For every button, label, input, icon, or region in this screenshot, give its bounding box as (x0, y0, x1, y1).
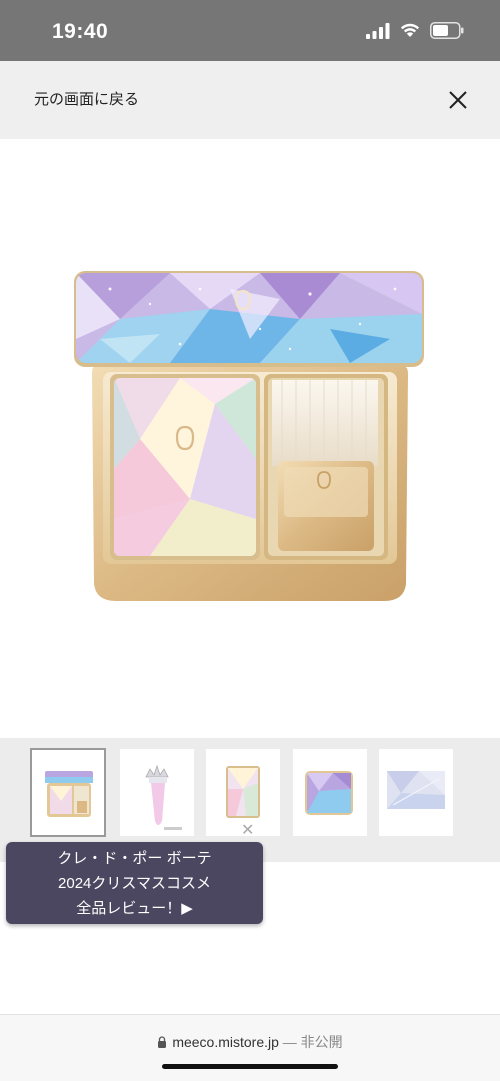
lock-icon (158, 1036, 167, 1048)
thumbnail-case-texture[interactable] (379, 749, 453, 836)
url-visibility: — 非公開 (278, 1034, 343, 1050)
promo-line-brand: クレ・ド・ポー ボーテ (57, 850, 212, 867)
main-product-image[interactable] (0, 139, 500, 737)
wifi-icon (400, 23, 420, 37)
promo-banner[interactable]: クレ・ド・ポー ボーテ 2024クリスマスコスメ 全品レビュー！▶ (6, 842, 263, 924)
thumbnail-case-texture-image (387, 771, 445, 809)
browser-url-bar[interactable]: meeco.mistore.jp — 非公開 (0, 1014, 500, 1081)
url-display: meeco.mistore.jp — 非公開 (0, 1032, 500, 1052)
battery-icon (430, 22, 464, 39)
status-time: 19:40 (52, 20, 109, 43)
thumbnail-tiara-brush[interactable] (120, 749, 194, 836)
compact-case-illustration (74, 271, 424, 601)
thumbnail-lid-image (305, 771, 353, 815)
modal-header: 元の画面に戻る (0, 61, 500, 139)
home-indicator[interactable] (162, 1064, 338, 1069)
thumbnail-tiara-brush-image (145, 764, 182, 830)
back-to-previous-link[interactable]: 元の画面に戻る (34, 88, 139, 109)
close-icon[interactable] (446, 88, 470, 112)
promo-close-icon[interactable]: ✕ (241, 820, 254, 840)
url-domain: meeco.mistore.jp (172, 1034, 279, 1050)
status-bar: 19:40 (0, 0, 500, 61)
promo-line-collection: 2024クリスマスコスメ (58, 875, 211, 892)
promo-line-cta: 全品レビュー！▶ (76, 900, 193, 917)
status-icons (366, 22, 464, 39)
thumbnail-compact-image (45, 771, 93, 817)
cellular-signal-icon (366, 22, 390, 39)
thumbnail-compact[interactable] (30, 748, 106, 837)
thumbnail-lid[interactable] (293, 749, 367, 836)
